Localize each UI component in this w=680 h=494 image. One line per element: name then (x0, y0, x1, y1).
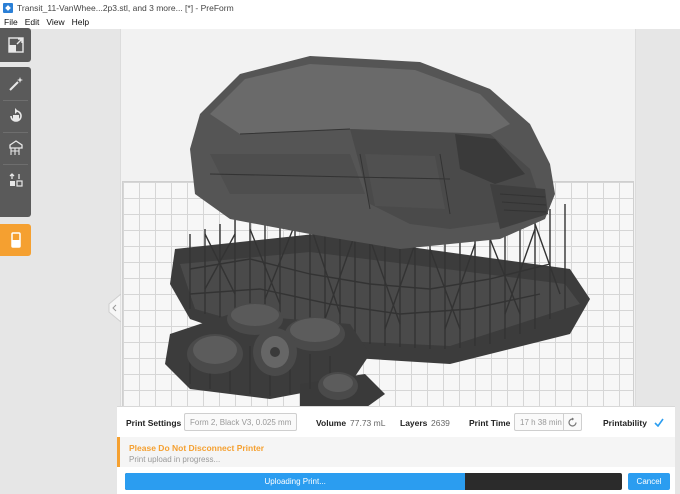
print-icon (10, 232, 21, 248)
menu-edit[interactable]: Edit (22, 17, 43, 27)
rotate-button[interactable] (0, 101, 31, 131)
print-button[interactable] (0, 224, 31, 256)
refresh-icon (568, 417, 577, 427)
print-settings-label: Print Settings (126, 418, 182, 428)
warning-message: Please Do Not Disconnect Printer Print u… (117, 437, 675, 467)
tool-group-edit (0, 67, 31, 217)
menu-bar: File Edit View Help (0, 15, 680, 29)
warning-title: Please Do Not Disconnect Printer (129, 443, 265, 453)
volume-value: 77.73 mL (350, 418, 386, 428)
refresh-print-time-button[interactable] (564, 413, 582, 431)
upload-progress-bar: Uploading Print... (125, 473, 622, 490)
chevron-left-icon (108, 292, 122, 324)
preform-app-icon (3, 2, 13, 13)
supports-icon (8, 140, 23, 155)
rotate-icon (9, 108, 22, 122)
tool-group-scale (0, 28, 31, 62)
magic-wand-icon (8, 77, 23, 91)
menu-help[interactable]: Help (69, 17, 92, 27)
print-panel: Print Settings Form 2, Black V3, 0.025 m… (117, 406, 675, 494)
warning-subtitle: Print upload in progress... (129, 455, 221, 464)
print-time-field: 17 h 38 min (514, 413, 564, 431)
cancel-button[interactable]: Cancel (628, 473, 670, 490)
layers-value: 2639 (431, 418, 450, 428)
van-model-with-supports[interactable] (150, 34, 610, 414)
checkmark-icon (654, 418, 664, 427)
magic-wand-button[interactable] (0, 69, 31, 99)
menu-view[interactable]: View (43, 17, 67, 27)
layout-icon (9, 173, 23, 187)
layers-label: Layers (400, 418, 428, 428)
supports-button[interactable] (0, 133, 31, 163)
panel-collapse-tab[interactable] (105, 292, 122, 324)
window-title: Transit_11-VanWhee...2p3.stl, and 3 more… (17, 2, 234, 13)
title-bar: Transit_11-VanWhee...2p3.stl, and 3 more… (0, 0, 680, 15)
print-info-row: Print Settings Form 2, Black V3, 0.025 m… (117, 407, 675, 437)
print-time-label: Print Time (469, 418, 511, 428)
menu-file[interactable]: File (1, 17, 21, 27)
scale-icon (7, 37, 24, 53)
volume-label: Volume (316, 418, 347, 428)
scale-button[interactable] (0, 30, 31, 60)
print-settings-field[interactable]: Form 2, Black V3, 0.025 mm (184, 413, 297, 431)
preform-window: Transit_11-VanWhee...2p3.stl, and 3 more… (0, 0, 680, 494)
printability-label: Printability (603, 418, 647, 428)
upload-progress-label: Uploading Print... (264, 477, 326, 486)
layout-button[interactable] (0, 165, 31, 195)
